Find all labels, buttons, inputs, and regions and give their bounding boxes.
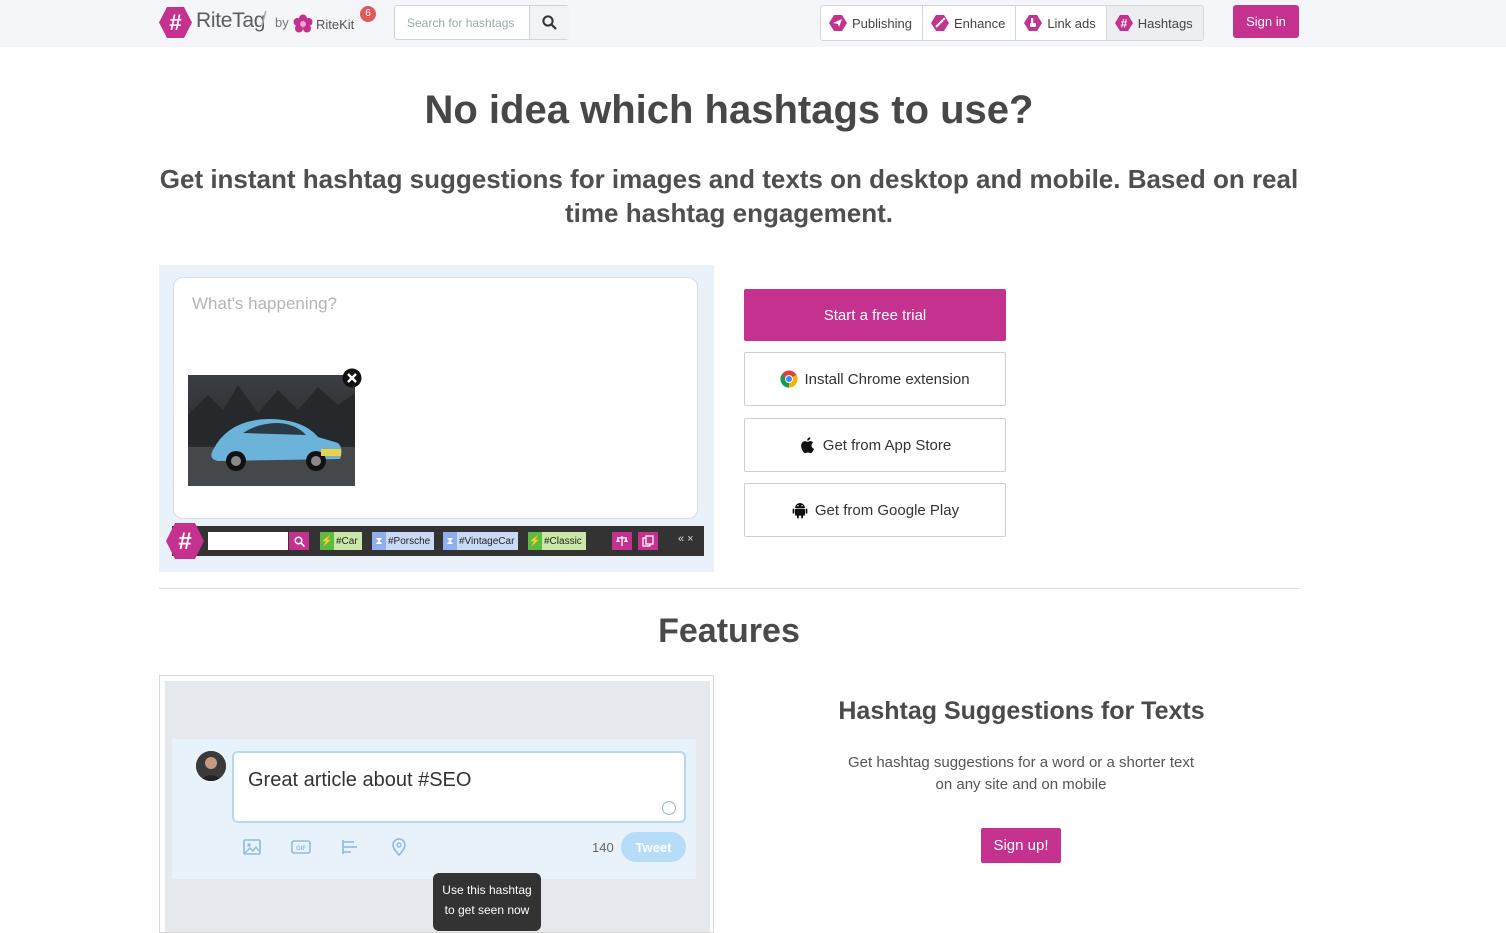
hashtag-chip-label: #Porsche <box>388 535 431 547</box>
compose-placeholder: What's happening? <box>192 294 338 313</box>
nav-publishing[interactable]: Publishing <box>821 6 923 40</box>
chrome-icon <box>780 370 798 388</box>
nav-hashtags[interactable]: # Hashtags <box>1106 6 1203 40</box>
ritetag-logo-icon[interactable]: # <box>159 6 192 39</box>
tooltip-line: Use this hashtag <box>442 883 532 897</box>
tweet-composer: Great article about #SEO GIF 140 Tweet <box>172 739 696 879</box>
search-icon <box>542 15 557 30</box>
ritetag-toolbar: # ⚡ #Car ⧗ #Porsche ⧗ #VintageCar ⚡ #Cla… <box>166 523 704 559</box>
toolbar-search-button[interactable] <box>289 532 309 550</box>
hero-title: No idea which hashtags to use? <box>424 88 1034 132</box>
tooltip-line: to get seen now <box>444 903 530 917</box>
brand-separator: / <box>261 9 267 31</box>
hashtag-chip[interactable]: ⧗ #VintageCar <box>443 532 519 550</box>
nav-link-ads[interactable]: Link ads <box>1016 6 1107 40</box>
toolbar-input[interactable] <box>208 532 288 550</box>
android-icon <box>792 503 808 519</box>
app-store-label: Get from App Store <box>822 436 952 454</box>
tweet-text: Great article about #SEO <box>248 769 472 791</box>
copy-button[interactable] <box>638 532 658 550</box>
search-icon <box>293 535 305 547</box>
top-navbar: # RiteTag / by RiteKit 6 Publishing <box>0 0 1506 47</box>
car-image <box>188 375 355 486</box>
emoji-icon[interactable] <box>662 801 676 815</box>
apple-icon <box>800 437 814 454</box>
ritekit-flower-icon[interactable] <box>293 14 313 34</box>
install-chrome-label: Install Chrome extension <box>804 370 970 388</box>
scale-icon <box>616 536 628 546</box>
ritekit-label[interactable]: RiteKit <box>316 17 354 32</box>
svg-text:#: # <box>169 10 181 35</box>
hashtag-chip-label: #VintageCar <box>459 535 515 547</box>
hashtag-chip-label: #Car <box>336 535 358 547</box>
nav-hashtags-label: Hashtags <box>1137 15 1193 31</box>
install-chrome-button[interactable]: Install Chrome extension <box>744 352 1006 406</box>
bolt-icon: ⚡ <box>528 532 542 550</box>
hashtag-chip[interactable]: ⚡ #Classic <box>528 532 586 550</box>
magic-wand-icon <box>931 15 949 31</box>
signin-button[interactable]: Sign in <box>1233 5 1299 38</box>
paper-plane-icon <box>829 15 847 31</box>
remove-image-icon[interactable] <box>342 368 362 388</box>
poll-icon[interactable] <box>340 837 360 857</box>
feature-screenshot: Great article about #SEO GIF 140 Tweet U… <box>159 675 714 933</box>
gif-icon[interactable]: GIF <box>291 837 311 857</box>
hashtag-tooltip: Use this hashtag to get seen now <box>433 873 541 931</box>
search-input[interactable] <box>395 6 529 39</box>
svg-text:#: # <box>1120 17 1127 31</box>
feature-screenshot-bg: Great article about #SEO GIF 140 Tweet U… <box>165 681 710 932</box>
product-nav: Publishing Enhance Link ads # Hashtags <box>820 5 1204 41</box>
hashtag-chip[interactable]: ⚡ #Car <box>320 532 362 550</box>
search-button[interactable] <box>529 6 569 39</box>
hero-subtitle: Get instant hashtag suggestions for imag… <box>159 164 1299 228</box>
nav-publishing-label: Publishing <box>852 15 912 31</box>
hourglass-icon: ⧗ <box>443 532 457 550</box>
notification-badge[interactable]: 6 <box>360 6 376 22</box>
compose-box[interactable]: What's happening? <box>173 277 698 519</box>
pointer-hand-icon <box>1024 15 1043 31</box>
hashtag-search <box>394 5 569 40</box>
hashtag-icon: # <box>1114 15 1133 31</box>
avatar <box>196 751 226 781</box>
tweet-button[interactable]: Tweet <box>621 832 686 862</box>
balance-button[interactable] <box>612 532 632 550</box>
section-divider <box>159 588 1299 589</box>
tweet-input[interactable]: Great article about #SEO <box>232 751 686 823</box>
by-label: by <box>275 15 289 30</box>
nav-enhance-label: Enhance <box>954 15 1006 31</box>
feature-description: Get hashtag suggestions for a word or a … <box>847 754 1195 793</box>
brand-name[interactable]: RiteTag <box>196 9 265 33</box>
features-heading: Features <box>658 612 800 650</box>
hashtag-chip[interactable]: ⧗ #Porsche <box>372 532 435 550</box>
svg-text:#: # <box>178 528 191 555</box>
hourglass-icon: ⧗ <box>372 532 386 550</box>
toolbar-collapse-close[interactable]: « × <box>678 533 694 545</box>
app-store-button[interactable]: Get from App Store <box>744 418 1006 472</box>
char-count: 140 <box>592 840 614 855</box>
ritetag-hashtag-icon[interactable]: # <box>166 522 204 560</box>
signup-button[interactable]: Sign up! <box>981 828 1061 863</box>
nav-link-ads-label: Link ads <box>1047 15 1096 31</box>
google-play-button[interactable]: Get from Google Play <box>744 483 1006 537</box>
bolt-icon: ⚡ <box>320 532 334 550</box>
feature-title: Hashtag Suggestions for Texts <box>838 697 1205 725</box>
demo-panel: What's happening? # ⚡ #Car ⧗ #Porsche ⧗ … <box>159 265 714 572</box>
start-trial-button[interactable]: Start a free trial <box>744 289 1006 341</box>
hashtag-chip-label: #Classic <box>544 535 582 547</box>
image-icon[interactable] <box>242 837 262 857</box>
google-play-label: Get from Google Play <box>814 501 960 519</box>
svg-text:GIF: GIF <box>296 846 306 852</box>
location-icon[interactable] <box>389 837 409 857</box>
copy-icon <box>642 535 654 547</box>
nav-enhance[interactable]: Enhance <box>923 6 1017 40</box>
